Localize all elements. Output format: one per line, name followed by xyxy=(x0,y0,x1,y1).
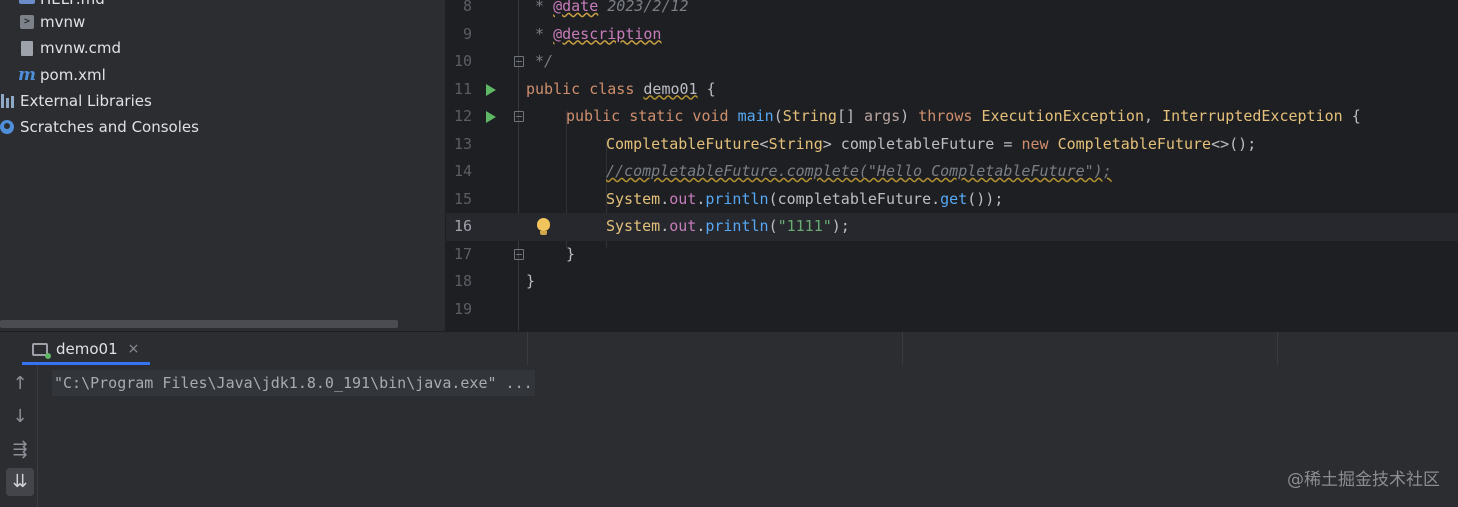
tree-item-mvnw-cmd[interactable]: mvnw.cmd xyxy=(18,35,121,61)
run-panel-label: n: xyxy=(0,340,2,356)
run-console[interactable]: "C:\Program Files\Java\jdk1.8.0_191\bin\… xyxy=(38,365,1458,507)
scratches-icon xyxy=(0,118,16,136)
code-line: 12 public static void main(String[] args… xyxy=(446,103,1458,131)
tree-item-label: External Libraries xyxy=(20,92,152,110)
code-text: System.out.println(completableFuture.get… xyxy=(606,189,1004,208)
code-text: System.out.println("1111"); xyxy=(606,217,850,235)
code-line: 13 CompletableFuture<String> completable… xyxy=(446,131,1458,159)
tree-item-label: mvnw.cmd xyxy=(40,39,122,57)
divider xyxy=(902,332,903,366)
code-line: 14 //completableFuture.complete("Hello C… xyxy=(446,158,1458,186)
tree-item-label: Scratches and Consoles xyxy=(20,118,199,136)
code-text: //completableFuture.complete("Hello Comp… xyxy=(606,162,1112,180)
watermark: @稀土掘金技术社区 xyxy=(1287,470,1440,490)
code-line: 8 * @date 2023/2/12 xyxy=(446,0,1458,21)
console-icon xyxy=(32,342,51,359)
project-tree-panel: HELP.md > mvnw mvnw.cmd m pom.xml Extern… xyxy=(0,0,445,331)
line-number: 8 xyxy=(462,0,472,15)
tree-item-pom-xml[interactable]: m pom.xml xyxy=(18,62,106,88)
fold-icon[interactable] xyxy=(514,56,524,67)
tree-item-scratches[interactable]: Scratches and Consoles xyxy=(0,114,199,140)
line-number: 11 xyxy=(453,79,472,98)
line-number: 15 xyxy=(453,189,472,208)
close-icon[interactable]: × xyxy=(128,341,140,357)
console-output-line: "C:\Program Files\Java\jdk1.8.0_191\bin\… xyxy=(52,370,535,396)
tab-label: demo01 xyxy=(56,340,118,358)
file-icon xyxy=(18,39,36,57)
code-line: 18 } xyxy=(446,268,1458,296)
scroll-to-end-icon[interactable]: ⇊ xyxy=(6,468,34,496)
lightbulb-icon[interactable] xyxy=(537,218,550,235)
code-line: 19 xyxy=(446,296,1458,324)
line-number: 14 xyxy=(453,162,472,180)
tab-demo01[interactable]: demo01 × xyxy=(22,332,150,366)
tree-item-label: pom.xml xyxy=(40,66,106,84)
divider xyxy=(527,332,528,366)
run-icon[interactable] xyxy=(486,83,496,96)
code-text: * @date 2023/2/12 xyxy=(526,0,689,15)
code-line: 9 * @description xyxy=(446,21,1458,49)
line-number: 17 xyxy=(453,244,472,263)
run-tool-window-header: n: demo01 × xyxy=(0,331,1458,366)
fold-icon[interactable] xyxy=(514,248,524,260)
markdown-file-icon xyxy=(18,0,36,8)
code-text: } xyxy=(526,272,536,290)
code-line: 11 public class demo01 { xyxy=(446,76,1458,104)
code-text: */ xyxy=(526,52,554,70)
line-number: 13 xyxy=(453,134,472,153)
up-arrow-icon[interactable]: ↑ xyxy=(6,370,34,398)
line-number: 18 xyxy=(453,272,472,290)
fold-icon[interactable] xyxy=(514,111,524,122)
tree-item-label: HELP.md xyxy=(40,0,105,8)
line-number: 12 xyxy=(453,107,472,125)
code-text: public static void main(String[] args) t… xyxy=(566,107,1361,125)
horizontal-scrollbar[interactable] xyxy=(0,320,398,328)
tree-item-external-libraries[interactable]: External Libraries xyxy=(0,88,152,114)
code-line: 17 } xyxy=(446,241,1458,269)
maven-icon: m xyxy=(18,65,36,85)
line-number: 19 xyxy=(453,299,472,318)
code-text: } xyxy=(566,244,576,263)
code-line: 15 System.out.println(completableFuture.… xyxy=(446,186,1458,214)
code-editor[interactable]: 8 * @date 2023/2/12 9 * @description 10 … xyxy=(446,0,1458,331)
run-toolbar: ↑ ↓ ⇶ ⇊ xyxy=(0,365,38,507)
tree-item-mvnw[interactable]: > mvnw xyxy=(18,9,85,35)
soft-wrap-icon[interactable]: ⇶ xyxy=(6,436,34,464)
libraries-icon xyxy=(0,92,16,110)
terminal-file-icon: > xyxy=(18,13,36,31)
line-number: 9 xyxy=(462,24,472,43)
code-line: 10 */ xyxy=(446,48,1458,76)
line-number: 10 xyxy=(453,52,472,70)
line-number: 16 xyxy=(453,217,472,235)
tree-item-label: mvnw xyxy=(40,13,86,31)
run-icon[interactable] xyxy=(486,111,496,123)
code-line-current: 16 System.out.println("1111"); xyxy=(446,213,1458,241)
code-text: * @description xyxy=(526,24,662,43)
divider xyxy=(1277,332,1278,366)
code-text: CompletableFuture<String> completableFut… xyxy=(606,134,1257,153)
down-arrow-icon[interactable]: ↓ xyxy=(6,403,34,431)
code-text: public class demo01 { xyxy=(526,79,716,98)
